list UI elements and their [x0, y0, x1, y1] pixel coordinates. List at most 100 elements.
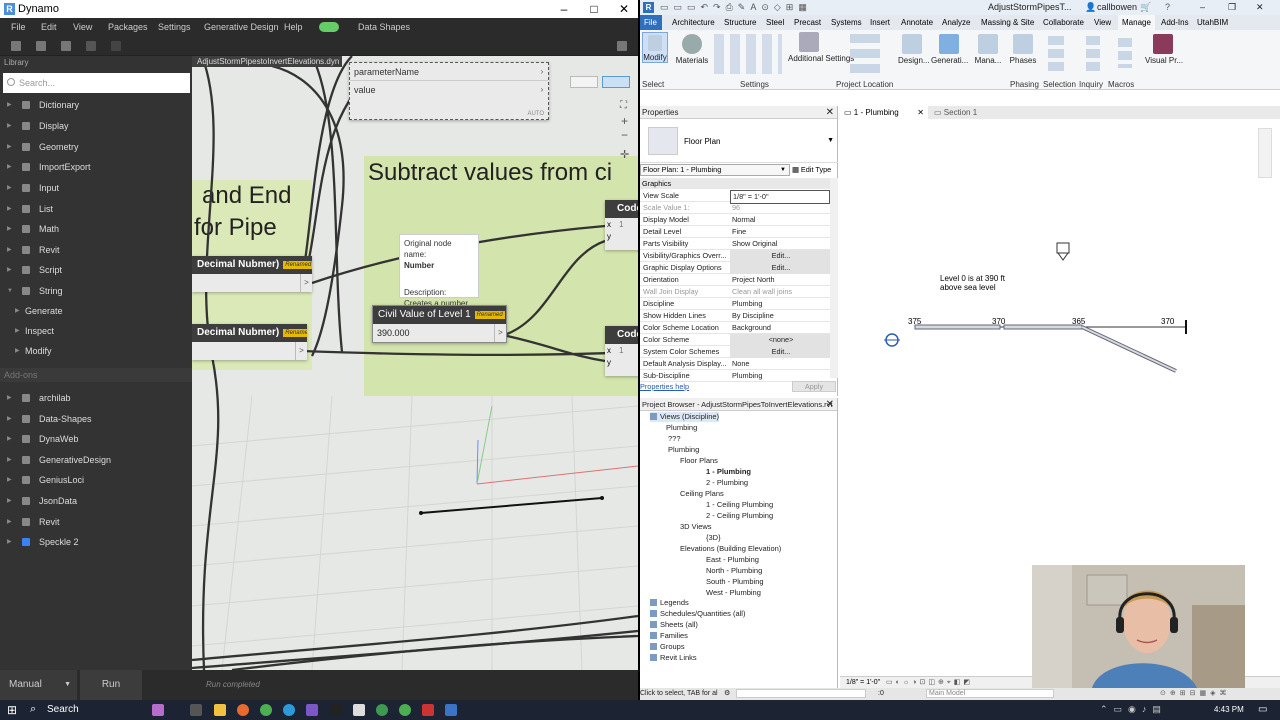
property-edit-button[interactable]: Edit...: [730, 346, 830, 358]
maximize-icon[interactable]: □: [580, 0, 608, 18]
menu-edit[interactable]: Edit: [41, 18, 57, 36]
undo-icon[interactable]: [86, 41, 96, 51]
windows-start-icon[interactable]: ⊞: [7, 703, 17, 717]
tab-annotate[interactable]: Annotate: [901, 15, 933, 30]
browser-tree-item[interactable]: Elevations (Building Elevation): [680, 544, 781, 554]
menu-view[interactable]: View: [73, 18, 92, 36]
visual-studio-icon[interactable]: [306, 704, 318, 716]
revit-logo-icon[interactable]: R: [643, 2, 654, 13]
revit-close-icon[interactable]: ✕: [1256, 0, 1264, 15]
property-row[interactable]: Graphic Display Options Edit...: [640, 262, 830, 274]
edit-type-button[interactable]: ▦ Edit Type: [792, 164, 838, 176]
tab-precast[interactable]: Precast: [794, 15, 821, 30]
save-icon[interactable]: [61, 41, 71, 51]
browser-tree-item[interactable]: Schedules/Quantities (all): [650, 609, 745, 619]
type-selector[interactable]: Floor Plan ▼: [640, 119, 838, 163]
project-location-buttons[interactable]: [850, 34, 880, 74]
library-item-display[interactable]: ▶ Display: [0, 116, 192, 136]
modify-button[interactable]: Modify: [642, 32, 668, 63]
decimal-number-value-1[interactable]: >: [192, 274, 312, 292]
library-item-script[interactable]: ▶ Script: [0, 260, 192, 280]
port-y[interactable]: y: [607, 358, 611, 367]
civil-value-input[interactable]: 390.000 >: [373, 324, 506, 342]
library-item-dictionary[interactable]: ▶ Dictionary: [0, 95, 192, 115]
addon-geniusloci[interactable]: ▶ GeniusLoci: [0, 470, 192, 490]
property-row[interactable]: Orientation Project North: [640, 274, 830, 286]
file-explorer-icon[interactable]: [214, 704, 226, 716]
browser-tree-item[interactable]: Ceiling Plans: [680, 489, 724, 499]
addon-generativedesign[interactable]: ▶ GenerativeDesign: [0, 450, 192, 470]
zoom-in-icon[interactable]: +: [621, 114, 628, 128]
code-block-node-1[interactable]: Code x y 1: [605, 200, 638, 250]
addon-speckle[interactable]: ▶ Speckle 2: [0, 532, 192, 552]
geometry-view-toggle[interactable]: [570, 76, 598, 88]
terminal-icon[interactable]: [330, 704, 342, 716]
tab-file[interactable]: File: [640, 15, 662, 30]
selection-filter-icons[interactable]: ⊙⊕⊞⊟▦◈⌘: [1160, 688, 1230, 700]
property-edit-button[interactable]: <none>: [730, 334, 830, 346]
port-x[interactable]: x: [607, 346, 611, 355]
port-parameter-name[interactable]: parameterName ›: [350, 63, 548, 81]
property-edit-button[interactable]: Edit...: [730, 250, 830, 262]
browser-tree-item[interactable]: Revit Links: [650, 653, 697, 663]
properties-scrollbar[interactable]: [830, 178, 838, 378]
tab-architecture[interactable]: Architecture: [672, 15, 715, 30]
browser-tree-item[interactable]: Plumbing: [666, 423, 697, 433]
browser-tree-item[interactable]: North - Plumbing: [706, 566, 762, 576]
output-port[interactable]: >: [300, 274, 312, 292]
decimal-number-value-2[interactable]: >: [192, 342, 307, 360]
app-icon[interactable]: [353, 704, 365, 716]
browser-tree-item[interactable]: 1 - Ceiling Plumbing: [706, 500, 773, 510]
tab-collaborate[interactable]: Collaborate: [1043, 15, 1084, 30]
property-row[interactable]: Show Hidden Lines By Discipline: [640, 310, 830, 322]
notifications-icon[interactable]: ▭: [1258, 704, 1267, 715]
browser-tree-item[interactable]: 1 - Plumbing: [706, 467, 751, 477]
library-item-input[interactable]: ▶ Input: [0, 178, 192, 198]
new-file-icon[interactable]: [11, 41, 21, 51]
output-port[interactable]: >: [494, 324, 506, 342]
group-select[interactable]: Select: [642, 80, 664, 89]
library-search-input[interactable]: Search...: [3, 73, 190, 93]
clock[interactable]: 4:43 PM: [1214, 705, 1244, 714]
chrome-profile-icon[interactable]: [376, 704, 388, 716]
chrome-icon[interactable]: [260, 704, 272, 716]
toggle-icon[interactable]: [319, 22, 339, 32]
settings-small-buttons[interactable]: [714, 34, 782, 74]
additional-settings-button[interactable]: Additional Settings: [788, 32, 854, 63]
library-item-revit[interactable]: ▶ Revit: [0, 240, 192, 260]
close-properties-icon[interactable]: ✕: [826, 106, 834, 119]
property-row[interactable]: Color Scheme Location Background: [640, 322, 830, 334]
instance-selector[interactable]: Floor Plan: 1 - Plumbing ▼: [640, 164, 790, 176]
edge-icon[interactable]: [283, 704, 295, 716]
run-mode-dropdown[interactable]: Manual ▼: [0, 670, 77, 700]
tab-analyze[interactable]: Analyze: [942, 15, 970, 30]
chrome-profile-2-icon[interactable]: [399, 704, 411, 716]
property-row[interactable]: Discipline Plumbing: [640, 298, 830, 310]
addon-revit[interactable]: ▶ Revit: [0, 512, 192, 532]
view-tab-section-1[interactable]: ▭ Section 1: [930, 106, 1010, 119]
addon-archilab[interactable]: ▶ archilab: [0, 388, 192, 408]
tab-utahbim[interactable]: UtahBIM: [1197, 15, 1228, 30]
library-item-importexport[interactable]: ▶ ImportExport: [0, 157, 192, 177]
revit-restore-icon[interactable]: ❐: [1228, 0, 1236, 15]
addon-jsondata[interactable]: ▶ JsonData: [0, 491, 192, 511]
browser-tree-item[interactable]: 3D Views: [680, 522, 712, 532]
menu-generative-design[interactable]: Generative Design: [204, 18, 279, 36]
civil-value-level-node[interactable]: Civil Value of Level 1 Renamed 390.000 >: [372, 305, 507, 343]
close-browser-icon[interactable]: ✕: [826, 398, 834, 411]
system-tray-icons[interactable]: ⌃▭◉♪▤: [1100, 704, 1167, 715]
property-row[interactable]: Color Scheme <none>: [640, 334, 830, 346]
design-options-button[interactable]: Design...: [898, 34, 930, 65]
tab-add-ins[interactable]: Add-Ins: [1161, 15, 1189, 30]
browser-tree-item[interactable]: {3D}: [706, 533, 721, 543]
browser-tree-item[interactable]: Views (Discipline): [650, 412, 720, 422]
close-tab-icon[interactable]: ✕: [917, 106, 924, 119]
library-subitem-inspect[interactable]: ▶ Inspect: [0, 321, 192, 341]
browser-tree-item[interactable]: Floor Plans: [680, 456, 718, 466]
tab-systems[interactable]: Systems: [831, 15, 862, 30]
menu-file[interactable]: File: [11, 18, 26, 36]
browser-tree-item[interactable]: South - Plumbing: [706, 577, 764, 587]
property-row[interactable]: View Scale 1/8" = 1'-0": [640, 190, 830, 204]
browser-tree-item[interactable]: East - Plumbing: [706, 555, 759, 565]
graph-view-toggle[interactable]: [602, 76, 630, 88]
